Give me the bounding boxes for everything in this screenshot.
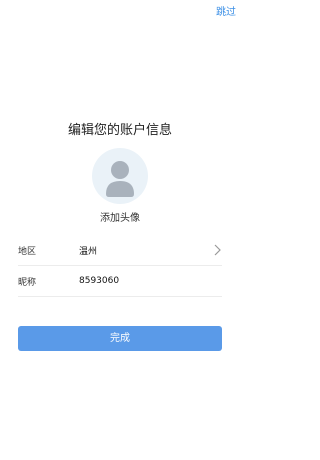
page-title: 编辑您的账户信息 xyxy=(67,123,172,138)
user-avatar-icon xyxy=(106,161,134,197)
nickname-input[interactable] xyxy=(79,271,222,291)
region-row[interactable]: 地区 温州 xyxy=(18,235,222,266)
avatar-button[interactable] xyxy=(92,148,148,204)
add-avatar-label[interactable]: 添加头像 xyxy=(0,209,240,224)
done-button[interactable]: 完成 xyxy=(18,326,222,351)
region-label: 地区 xyxy=(18,246,37,257)
chevron-right-icon xyxy=(214,244,221,256)
region-value: 温州 xyxy=(79,246,98,257)
skip-link[interactable]: 跳过 xyxy=(216,3,236,18)
nickname-label: 昵称 xyxy=(18,277,37,288)
edit-account-page: 跳过 编辑您的账户信息 添加头像 地区 温州 昵称 完成 xyxy=(0,0,240,460)
nickname-row: 昵称 xyxy=(18,266,222,297)
